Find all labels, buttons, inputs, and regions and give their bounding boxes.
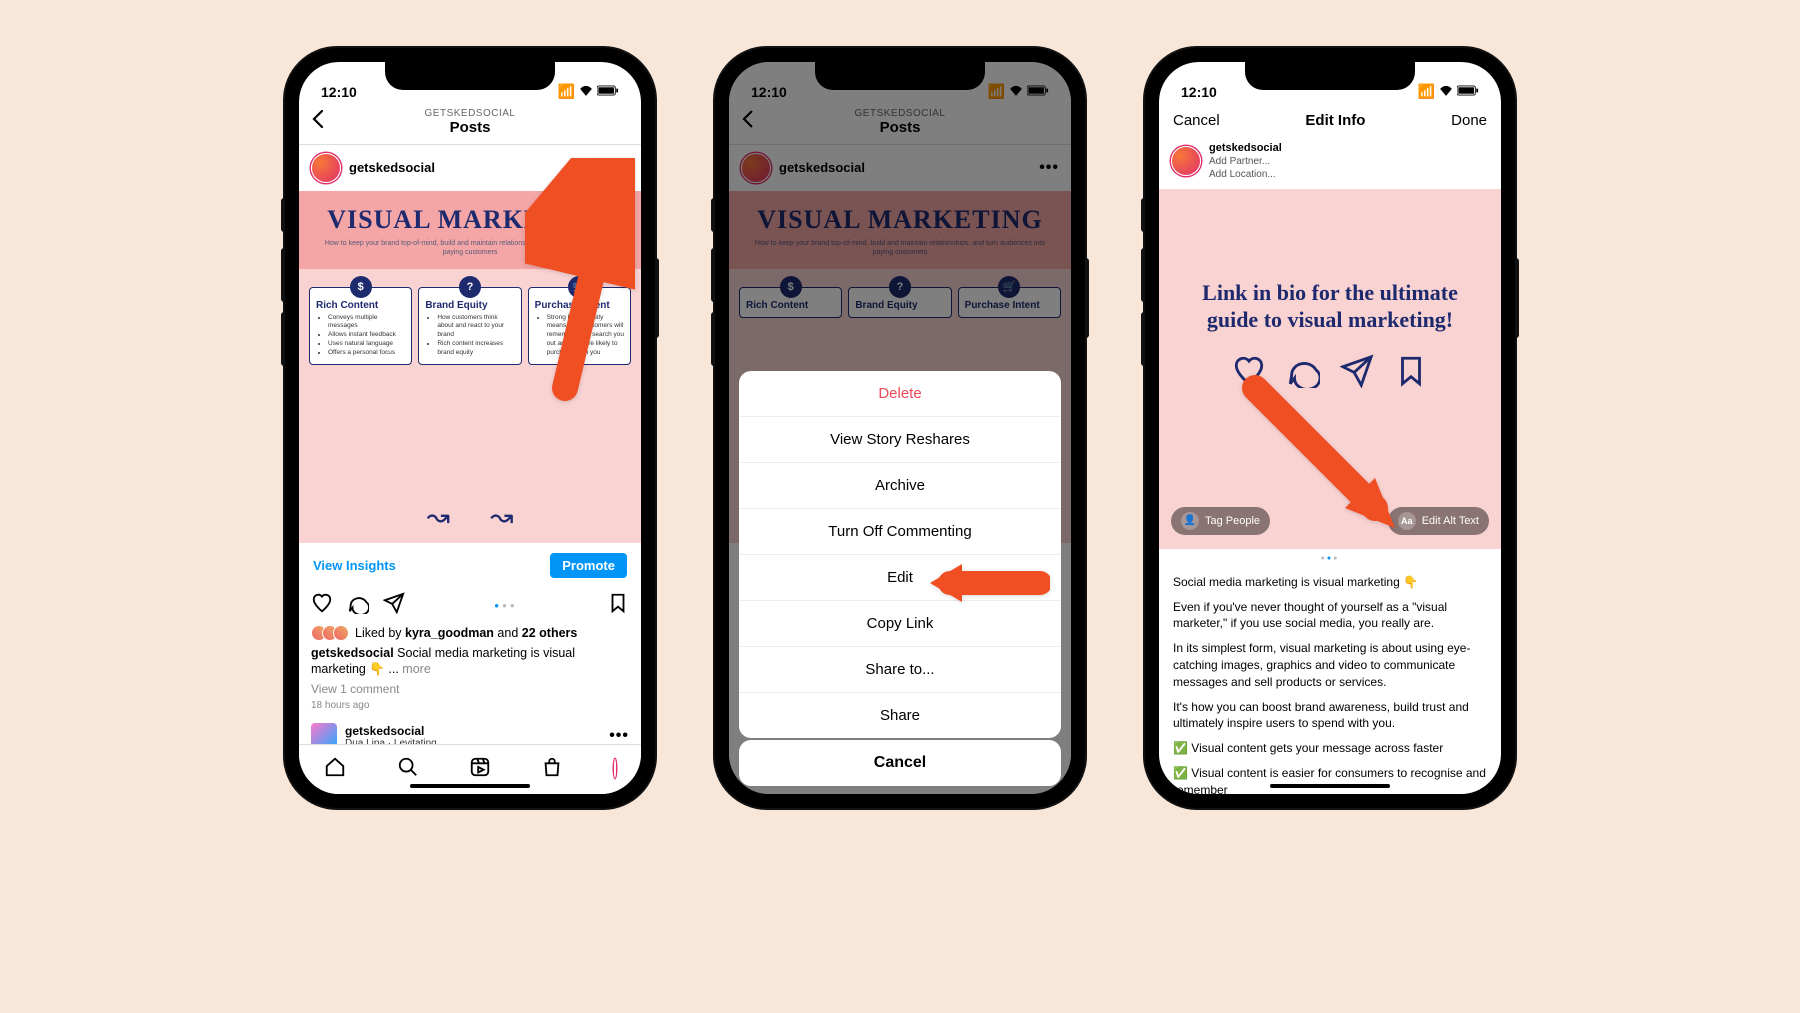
post-username[interactable]: getskedsocial	[349, 160, 435, 175]
wifi-icon	[1439, 83, 1453, 99]
sheet-turn-off-commenting[interactable]: Turn Off Commenting	[739, 509, 1061, 555]
profile-tab-icon[interactable]	[614, 760, 616, 778]
wifi-icon	[579, 83, 593, 99]
comment-icon[interactable]	[347, 592, 369, 619]
annotation-arrow	[930, 558, 1050, 613]
sheet-share-to[interactable]: Share to...	[739, 647, 1061, 693]
sheet-view-reshares[interactable]: View Story Reshares	[739, 417, 1061, 463]
nav-title: Posts	[335, 119, 605, 136]
likes-row[interactable]: Liked by kyra_goodman and 22 others	[299, 623, 641, 643]
sheet-cancel[interactable]: Cancel	[739, 740, 1061, 786]
status-time: 12:10	[321, 84, 357, 100]
home-indicator[interactable]	[1270, 784, 1390, 788]
annotation-arrow	[525, 158, 635, 413]
dollar-icon: $	[350, 276, 372, 298]
edit-nav: Cancel Edit Info Done	[1159, 102, 1501, 137]
sheet-archive[interactable]: Archive	[739, 463, 1061, 509]
card-rich-content: $ Rich Content Conveys multiple messages…	[309, 287, 412, 365]
back-button[interactable]	[311, 109, 335, 135]
signal-icon: 📶	[1418, 83, 1435, 100]
timestamp: 18 hours ago	[299, 698, 641, 717]
shop-tab-icon[interactable]	[541, 756, 563, 783]
carousel-dots: ●●●	[419, 601, 593, 610]
phone-1: 12:10 📶 GETSKEDSOCIAL Posts	[285, 48, 655, 808]
promote-button[interactable]: Promote	[550, 553, 627, 578]
status-time: 12:10	[1181, 84, 1217, 100]
search-tab-icon[interactable]	[397, 756, 419, 783]
view-comments-link[interactable]: View 1 comment	[299, 680, 641, 698]
sheet-share[interactable]: Share	[739, 693, 1061, 738]
view-insights-link[interactable]: View Insights	[313, 558, 396, 573]
annotation-arrow	[1235, 368, 1415, 553]
page-title: Edit Info	[1305, 112, 1365, 129]
person-icon: 👤	[1181, 512, 1199, 530]
edit-post-header: getskedsocial Add Partner... Add Locatio…	[1159, 137, 1501, 189]
action-sheet: Delete View Story Reshares Archive Turn …	[739, 371, 1061, 738]
phone-2: 12:10 📶 GETSKEDSOCIAL Posts getskedsocia…	[715, 48, 1085, 808]
caption-editor[interactable]: Social media marketing is visual marketi…	[1159, 568, 1501, 794]
add-location-link[interactable]: Add Location...	[1209, 168, 1282, 181]
arrow-icon: ↝	[427, 500, 450, 533]
cancel-button[interactable]: Cancel	[1173, 112, 1220, 129]
sheet-delete[interactable]: Delete	[739, 371, 1061, 417]
card-brand-equity: ? Brand Equity How customers think about…	[418, 287, 521, 365]
post-caption: getskedsocial Social media marketing is …	[299, 643, 641, 681]
bookmark-icon[interactable]	[607, 592, 629, 619]
battery-icon	[1457, 83, 1479, 99]
question-icon: ?	[459, 276, 481, 298]
reels-tab-icon[interactable]	[469, 756, 491, 783]
like-icon[interactable]	[311, 592, 333, 619]
done-button[interactable]: Done	[1451, 112, 1487, 129]
nav-subtitle: GETSKEDSOCIAL	[335, 108, 605, 119]
signal-icon: 📶	[558, 83, 575, 100]
phone-3: 12:10 📶 Cancel Edit Info Done getskedsoc…	[1145, 48, 1515, 808]
more-link[interactable]: more	[402, 662, 430, 676]
home-indicator[interactable]	[410, 784, 530, 788]
share-icon[interactable]	[383, 592, 405, 619]
arrow-icon: ↝	[490, 500, 513, 533]
nav-bar: GETSKEDSOCIAL Posts	[299, 102, 641, 145]
action-bar: ●●●	[299, 588, 641, 623]
add-partner-link[interactable]: Add Partner...	[1209, 155, 1282, 168]
avatar[interactable]	[311, 153, 341, 183]
home-tab-icon[interactable]	[324, 756, 346, 783]
avatar[interactable]	[1171, 146, 1201, 176]
battery-icon	[597, 83, 619, 99]
